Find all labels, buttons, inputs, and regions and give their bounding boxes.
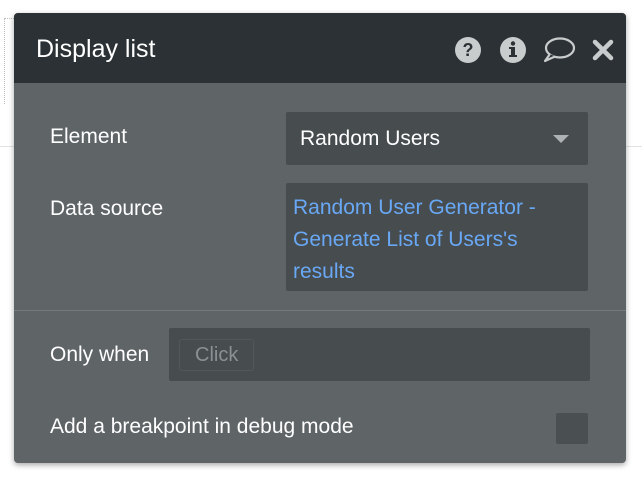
svg-text:?: ? — [463, 40, 474, 60]
element-dropdown[interactable]: Random Users — [286, 112, 588, 165]
dialog-title: Display list — [36, 35, 156, 63]
comment-icon[interactable] — [542, 35, 576, 65]
help-icon[interactable]: ? — [453, 35, 483, 65]
breakpoint-checkbox[interactable] — [556, 413, 588, 444]
only-when-label: Only when — [50, 343, 150, 366]
element-dropdown-value: Random Users — [300, 127, 441, 150]
breakpoint-label: Add a breakpoint in debug mode — [50, 415, 354, 438]
chevron-down-icon — [553, 135, 569, 143]
section-divider — [14, 310, 626, 311]
close-icon[interactable] — [588, 35, 618, 65]
data-source-field[interactable]: Random User Generator - Generate List of… — [286, 183, 588, 291]
display-list-dialog: Display list ? Element Random Users Data… — [14, 13, 626, 463]
element-label: Element — [50, 125, 128, 148]
dialog-header: Display list ? — [14, 13, 626, 83]
only-when-input[interactable]: Click — [169, 328, 590, 381]
data-source-label: Data source — [50, 197, 164, 220]
data-source-expression[interactable]: Random User Generator - Generate List of… — [293, 192, 581, 288]
only-when-placeholder[interactable]: Click — [179, 339, 255, 371]
info-icon[interactable] — [498, 35, 528, 65]
